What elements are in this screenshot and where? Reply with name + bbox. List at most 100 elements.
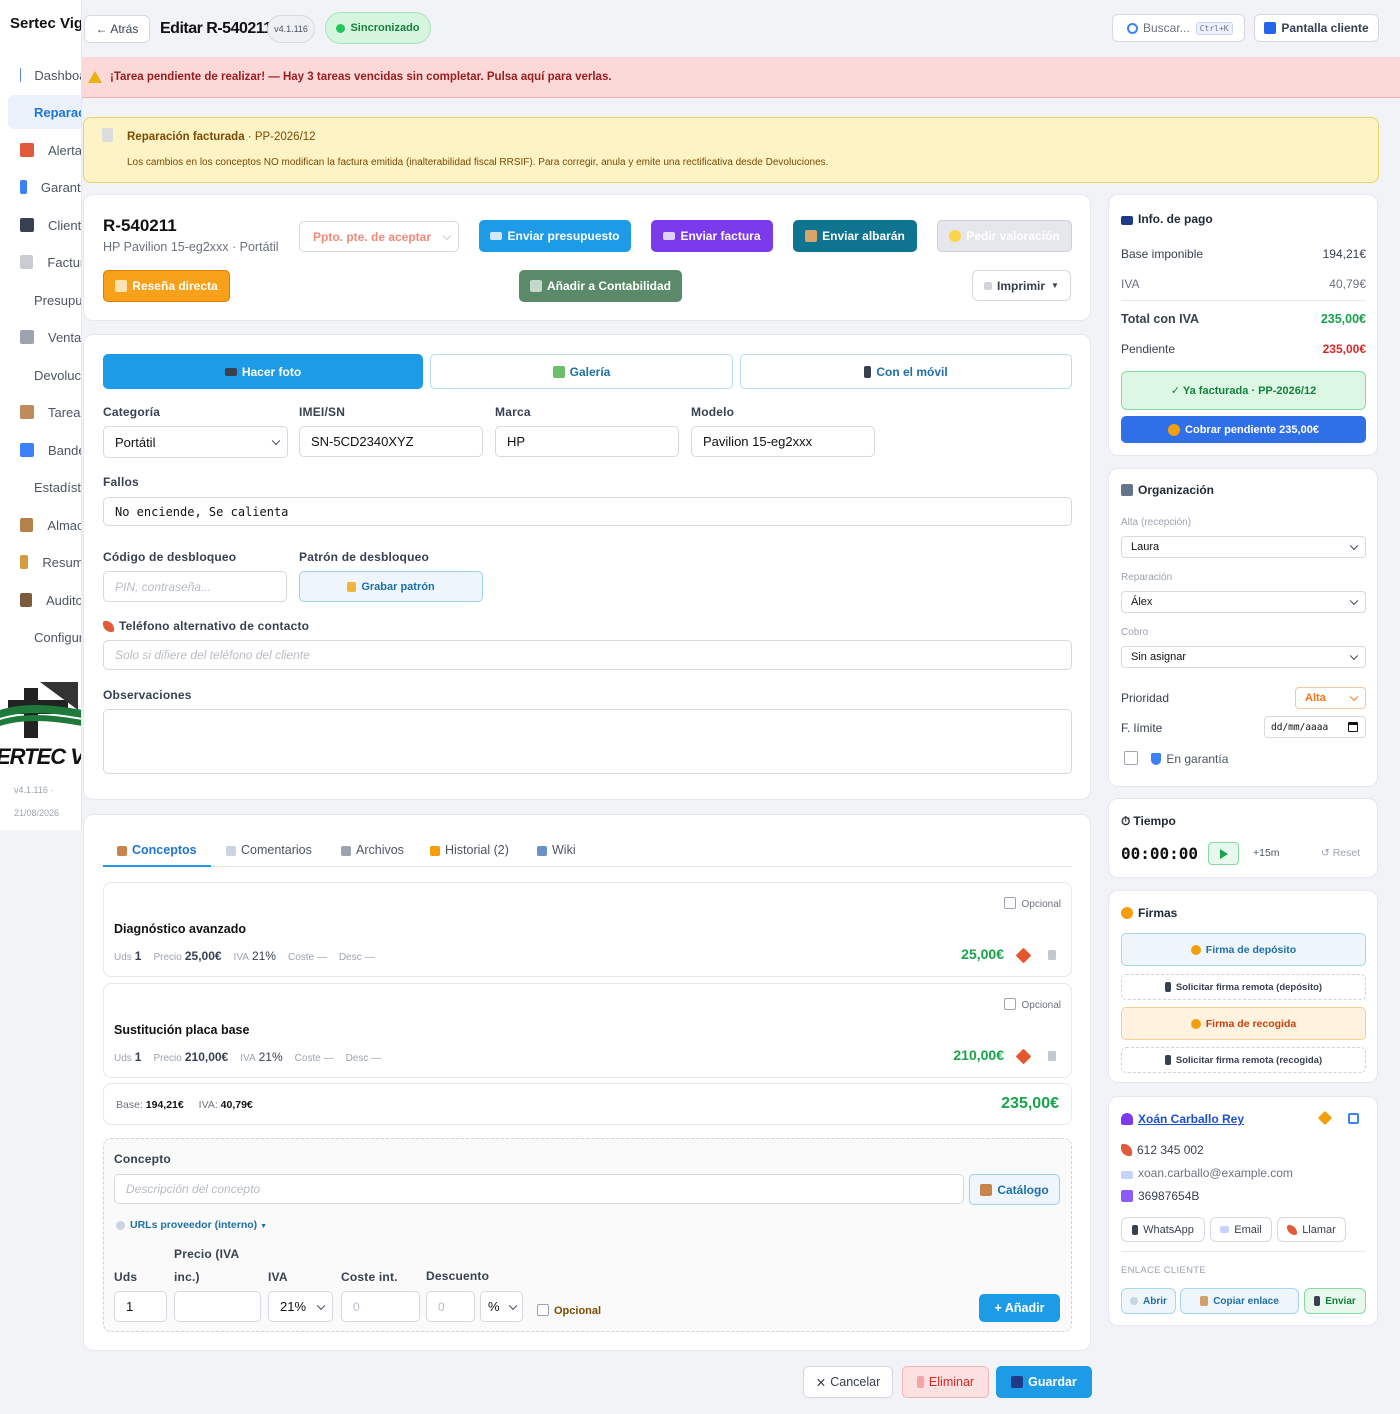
optional-toggle[interactable]: Opcional <box>1003 897 1061 910</box>
request-review-button[interactable]: Pedir valoración <box>937 220 1072 252</box>
sidebar-item-5[interactable]: Facturas <box>8 245 81 279</box>
sidebar-item-11[interactable]: Estadísticas <box>8 470 81 504</box>
sidebar-item-0[interactable]: Dashboard <box>8 58 81 92</box>
cost-input[interactable]: 0 <box>341 1291 420 1322</box>
direct-review-label: Reseña directa <box>132 279 218 293</box>
send-quote-button[interactable]: Enviar presupuesto <box>479 220 631 252</box>
sidebar-item-10[interactable]: Bandeja <box>8 433 81 467</box>
whatsapp-button[interactable]: WhatsApp <box>1121 1217 1205 1242</box>
deadline-input[interactable]: dd/mm/aaaa <box>1264 716 1366 738</box>
category-select[interactable]: Portátil <box>103 426 288 458</box>
brand-input[interactable]: HP <box>495 426 679 457</box>
remote-pickup-signature-button[interactable]: Solicitar firma remota (recogida) <box>1121 1047 1366 1073</box>
sidebar-item-9[interactable]: Tareas <box>8 395 81 429</box>
clipboard-icon <box>20 405 34 419</box>
deposit-signature-button[interactable]: Firma de depósito <box>1121 933 1366 966</box>
add-15m-button[interactable]: +15m <box>1253 847 1280 859</box>
gallery-button[interactable]: Galería <box>430 354 733 389</box>
tab-2[interactable]: Archivos <box>341 843 404 857</box>
record-pattern-button[interactable]: Grabar patrón <box>299 571 483 602</box>
discount-input[interactable]: 0 <box>426 1291 475 1322</box>
concept-description-input[interactable]: Descripción del concepto <box>114 1174 964 1204</box>
client-name[interactable]: Xoán Carballo Rey <box>1138 1112 1244 1126</box>
accounting-label: Añadir a Contabilidad <box>546 279 671 293</box>
calendar-icon[interactable] <box>1348 722 1358 732</box>
model-input[interactable]: Pavilion 15-eg2xxx <box>691 426 875 457</box>
send-link-button[interactable]: Enviar <box>1304 1288 1366 1314</box>
checkbox[interactable] <box>1003 998 1016 1010</box>
send-delivery-note-button[interactable]: Enviar albarán <box>793 220 917 252</box>
alt-phone-input[interactable]: Solo si difiere del teléfono del cliente <box>103 640 1072 670</box>
sidebar-item-2[interactable]: Alertas <box>8 133 81 167</box>
search-button[interactable]: Buscar... Ctrl+K <box>1112 14 1245 42</box>
optional-toggle[interactable]: Opcional <box>1003 998 1061 1011</box>
tab-4[interactable]: Wiki <box>537 843 576 857</box>
checkbox[interactable] <box>1003 897 1016 909</box>
back-button[interactable]: ← Atrás <box>84 15 150 43</box>
delete-button[interactable]: Eliminar <box>902 1366 989 1398</box>
active-tab-underline <box>103 865 211 867</box>
edit-pencil-icon[interactable] <box>1015 947 1032 964</box>
sidebar-item-4[interactable]: Clientes <box>8 208 81 242</box>
checkbox[interactable] <box>537 1304 549 1316</box>
copy-link-button[interactable]: Copiar enlace <box>1180 1288 1299 1314</box>
sidebar-item-7[interactable]: Ventas <box>8 320 81 354</box>
add-concept-button[interactable]: + Añadir <box>979 1294 1060 1322</box>
notes-textarea[interactable] <box>103 709 1072 774</box>
sidebar-item-13[interactable]: Resumen <box>8 545 81 579</box>
sidebar-item-3[interactable]: Garantías <box>8 170 81 204</box>
print-button[interactable]: Imprimir ▼ <box>972 270 1071 301</box>
supplier-urls-toggle[interactable]: URLs proveedor (interno) ▼ <box>116 1219 267 1231</box>
unlock-code-input[interactable]: PIN, contraseña... <box>103 571 287 602</box>
chevron-down-icon <box>1349 596 1359 606</box>
warranty-checkbox[interactable] <box>1124 751 1138 765</box>
faults-input[interactable]: No enciende, Se calienta <box>103 497 1072 526</box>
intake-select[interactable]: Laura <box>1121 536 1366 558</box>
imei-input[interactable]: SN-5CD2340XYZ <box>299 426 483 457</box>
take-photo-button[interactable]: Hacer foto <box>103 354 423 389</box>
pickup-signature-button[interactable]: Firma de recogida <box>1121 1007 1366 1040</box>
reset-timer-button[interactable]: ↺ Reset <box>1321 847 1360 859</box>
sidebar-item-6[interactable]: Presupuestos <box>8 283 81 317</box>
status-select[interactable]: Ppto. pte. de aceptar <box>299 221 459 252</box>
play-button[interactable] <box>1208 842 1239 865</box>
email-button[interactable]: Email <box>1210 1217 1272 1242</box>
save-button[interactable]: Guardar <box>996 1366 1092 1398</box>
client-screen-button[interactable]: Pantalla cliente <box>1254 14 1379 42</box>
tab-0[interactable]: Conceptos <box>117 843 197 857</box>
send-invoice-button[interactable]: Enviar factura <box>651 220 773 252</box>
detective-icon <box>20 593 32 607</box>
charge-select[interactable]: Sin asignar <box>1121 646 1366 668</box>
tab-label: Conceptos <box>132 843 197 857</box>
trash-icon[interactable] <box>1048 1051 1056 1061</box>
cancel-button[interactable]: ✕ Cancelar <box>803 1366 893 1398</box>
overdue-tasks-alert[interactable]: ¡Tarea pendiente de realizar! — Hay 3 ta… <box>82 57 1400 98</box>
users-icon <box>20 218 34 232</box>
sidebar-item-15[interactable]: Configuración <box>8 620 81 654</box>
mobile-photo-button[interactable]: Con el móvil <box>740 354 1072 389</box>
remote-deposit-signature-button[interactable]: Solicitar firma remota (depósito) <box>1121 974 1366 1000</box>
sidebar-item-1[interactable]: Reparaciones <box>8 95 81 129</box>
optional-checkbox[interactable]: Opcional <box>537 1304 601 1317</box>
sidebar-item-8[interactable]: Devoluciones <box>8 358 81 392</box>
sidebar-item-12[interactable]: Almacén <box>8 508 81 542</box>
uds-input[interactable]: 1 <box>114 1291 167 1322</box>
priority-select[interactable]: Alta <box>1295 687 1366 709</box>
discount-type-select[interactable]: % <box>480 1291 523 1322</box>
catalog-button[interactable]: Catálogo <box>969 1174 1060 1205</box>
add-accounting-button[interactable]: Añadir a Contabilidad <box>519 270 682 302</box>
iva-select[interactable]: 21% <box>268 1291 333 1322</box>
edit-pencil-icon[interactable] <box>1015 1048 1032 1065</box>
price-input[interactable] <box>174 1291 261 1322</box>
sidebar-item-14[interactable]: Auditoría <box>8 583 81 617</box>
repair-tech-select[interactable]: Álex <box>1121 591 1366 613</box>
call-button[interactable]: Llamar <box>1277 1217 1346 1242</box>
tab-1[interactable]: Comentarios <box>226 843 312 857</box>
charge-pending-button[interactable]: Cobrar pendiente 235,00€ <box>1121 416 1366 443</box>
call-label: Llamar <box>1302 1223 1336 1236</box>
open-link-button[interactable]: Abrir <box>1121 1288 1176 1314</box>
tab-3[interactable]: Historial (2) <box>430 843 509 857</box>
trash-icon[interactable] <box>1048 950 1056 960</box>
open-external-icon[interactable] <box>1348 1113 1359 1124</box>
direct-review-button[interactable]: Reseña directa <box>103 270 230 302</box>
